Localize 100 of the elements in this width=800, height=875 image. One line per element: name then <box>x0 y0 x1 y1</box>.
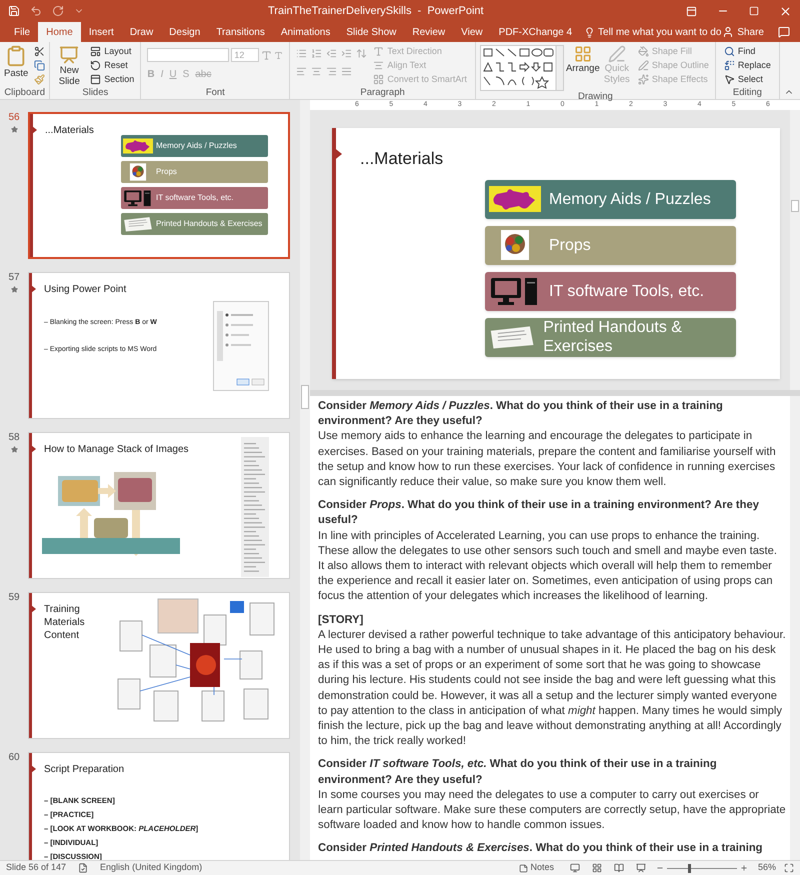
notes-icon <box>519 864 528 872</box>
puzzle-icon <box>489 184 541 214</box>
material-label: IT software Tools, etc. <box>156 193 234 203</box>
ribbon-button[interactable]: Replace <box>722 59 773 72</box>
effects-icon <box>638 74 649 85</box>
arrow-marker-icon <box>31 285 36 293</box>
font-name-field[interactable] <box>147 48 230 62</box>
smartart-icon <box>373 74 384 85</box>
ribbon-tab[interactable]: Review <box>404 22 454 42</box>
slide-thumbnail[interactable]: How to Manage Stack of Images <box>28 432 290 579</box>
line-spacing-icon[interactable] <box>356 48 368 59</box>
increase-indent-icon[interactable] <box>341 48 352 59</box>
ribbon-button[interactable]: Layout <box>88 45 136 58</box>
slide-thumbnail[interactable]: ...Materials Memory Aids / Puzzles Props IT software Tools, etc. Printed Handouts & Exercises <box>28 112 290 259</box>
notes-heading: [STORY] <box>318 612 364 628</box>
group-label: Slides <box>81 87 110 98</box>
slide-title: Using Power Point <box>44 283 128 296</box>
undo-icon[interactable] <box>30 5 42 17</box>
grow-font-icon[interactable] <box>261 50 272 60</box>
ribbon-button[interactable]: Find <box>722 45 773 58</box>
ribbon-tab[interactable]: View <box>453 22 491 42</box>
ribbon-tab[interactable]: PDF-XChange 4 <box>490 22 580 42</box>
ribbon-tab[interactable]: Draw <box>122 22 162 42</box>
maximize-icon[interactable] <box>749 6 759 16</box>
align-text-icon <box>373 60 384 71</box>
ribbon-tab[interactable]: Insert <box>80 22 122 42</box>
ribbon-button[interactable]: Reset <box>88 59 136 72</box>
close-icon[interactable] <box>779 4 792 18</box>
ribbon-tab[interactable]: Transitions <box>208 22 273 42</box>
slide-sorter-icon[interactable] <box>592 863 602 873</box>
ribbon-button[interactable]: Select <box>722 73 773 86</box>
slide-thumbnail[interactable]: Training Materials Content <box>28 592 290 739</box>
cut-icon[interactable] <box>34 46 46 57</box>
tell-me-field[interactable]: Tell me what you want to do <box>584 22 722 42</box>
arrow-marker-icon <box>31 445 36 453</box>
align-left-icon[interactable] <box>296 66 308 77</box>
scrollbar[interactable] <box>790 396 800 860</box>
outline-icon <box>638 60 649 71</box>
justify-icon[interactable] <box>341 66 352 77</box>
zoom-in-icon[interactable] <box>740 864 748 872</box>
ribbon-tab[interactable]: Slide Show <box>338 22 404 42</box>
zoom-thumb[interactable] <box>688 864 691 872</box>
redo-icon[interactable] <box>52 5 64 17</box>
zoom-slider[interactable] <box>666 864 737 872</box>
notes-paragraph: A lecturer devised a rather powerful technique to take advantage of this anticipatory behaviour. He used to bring a bag with a number of unusual shapes in it. He placed the bag on his desk as if this was a set of props or an experiment of some sort that he was going to showcase during his lecture. His students could not see inside the bag and were left guessing what this demonstration could be. However, it was all a setup and the lecturer simply wanted everyone to pay attention to the class in anticipation of what might happen. Many times he would simply finish the lecture, pick up the bag and leave without demonstrating anything at all! Accordingly to him, the trick really worked! <box>318 628 786 750</box>
slide-count: Slide 56 of 147 <box>6 861 66 874</box>
decrease-indent-icon[interactable] <box>326 48 338 59</box>
new-slide-button[interactable]: New Slide <box>54 45 84 87</box>
person-icon <box>722 26 734 38</box>
slide-number: 56 <box>8 112 20 124</box>
notes-paragraph: In some courses you may need the delegates to use a computer to carry out exercises or learn particular software. Make sure these computers are correctly setup, have the appropriate software loaded and know how to handle common issues. <box>318 788 786 834</box>
ribbon-tab[interactable]: File <box>6 22 38 42</box>
ribbon-button[interactable]: Arrange <box>568 45 598 74</box>
align-center-icon[interactable] <box>311 66 322 77</box>
notes-heading: Consider IT software Tools, etc. What do you think of their use in a training environment? Are they useful? <box>318 757 718 788</box>
language-label[interactable]: English (United Kingdom) <box>100 861 202 875</box>
group-label: Editing <box>732 87 763 98</box>
slide-title: Training Materials Content <box>44 603 86 642</box>
slide-title: ...Materials <box>45 124 95 137</box>
comments-icon[interactable] <box>778 26 790 38</box>
material-label: Props <box>549 236 591 254</box>
arrow-marker-icon <box>31 765 36 773</box>
normal-view-icon[interactable] <box>570 863 580 873</box>
arrange-icon <box>574 45 592 63</box>
slide-number: 58 <box>8 432 20 444</box>
clipboard-icon <box>5 45 28 67</box>
material-label: IT software Tools, etc. <box>549 282 704 300</box>
pointer-icon <box>724 74 735 85</box>
share-button[interactable]: Share <box>722 22 764 42</box>
slide-number: 60 <box>8 752 20 764</box>
numbering-icon[interactable] <box>311 48 322 59</box>
group-label: Clipboard <box>3 87 46 98</box>
lightbulb-icon <box>584 26 596 38</box>
scrollbar[interactable] <box>790 110 800 390</box>
group-label: Drawing <box>576 91 614 102</box>
save-icon[interactable] <box>8 5 20 17</box>
reset-icon <box>90 60 102 71</box>
spelling-check-icon[interactable] <box>78 863 88 873</box>
ribbon-tab[interactable]: Animations <box>272 22 338 42</box>
slide-show-icon[interactable] <box>636 863 646 873</box>
notes-button[interactable]: Notes <box>519 861 554 875</box>
ribbon-tab[interactable]: Design <box>161 22 208 42</box>
ribbon-tab[interactable]: Home <box>38 22 81 42</box>
zoom-level[interactable]: 56% <box>758 861 776 875</box>
material-label: Memory Aids / Puzzles <box>156 141 237 151</box>
reading-view-icon[interactable] <box>614 863 624 873</box>
notes-heading: Consider Memory Aids / Puzzles. What do you think of their use in a training environment? Are they useful? <box>318 399 724 430</box>
scrollbar[interactable] <box>300 100 310 860</box>
align-right-icon[interactable] <box>326 66 338 77</box>
shapes-gallery-drawing[interactable] <box>480 45 564 91</box>
paste-button[interactable]: Paste <box>4 45 28 82</box>
ribbon-display-icon[interactable] <box>686 6 697 16</box>
bullets-icon[interactable] <box>296 48 308 59</box>
fit-to-window-icon[interactable] <box>784 863 794 873</box>
format-painter-icon[interactable] <box>34 74 46 85</box>
copy-icon[interactable] <box>34 60 46 71</box>
layout-icon <box>90 46 102 57</box>
material-label: Memory Aids / Puzzles <box>549 190 711 208</box>
material-label: Printed Handouts & Exercises <box>156 219 262 229</box>
ribbon-button[interactable]: Section <box>88 73 136 86</box>
